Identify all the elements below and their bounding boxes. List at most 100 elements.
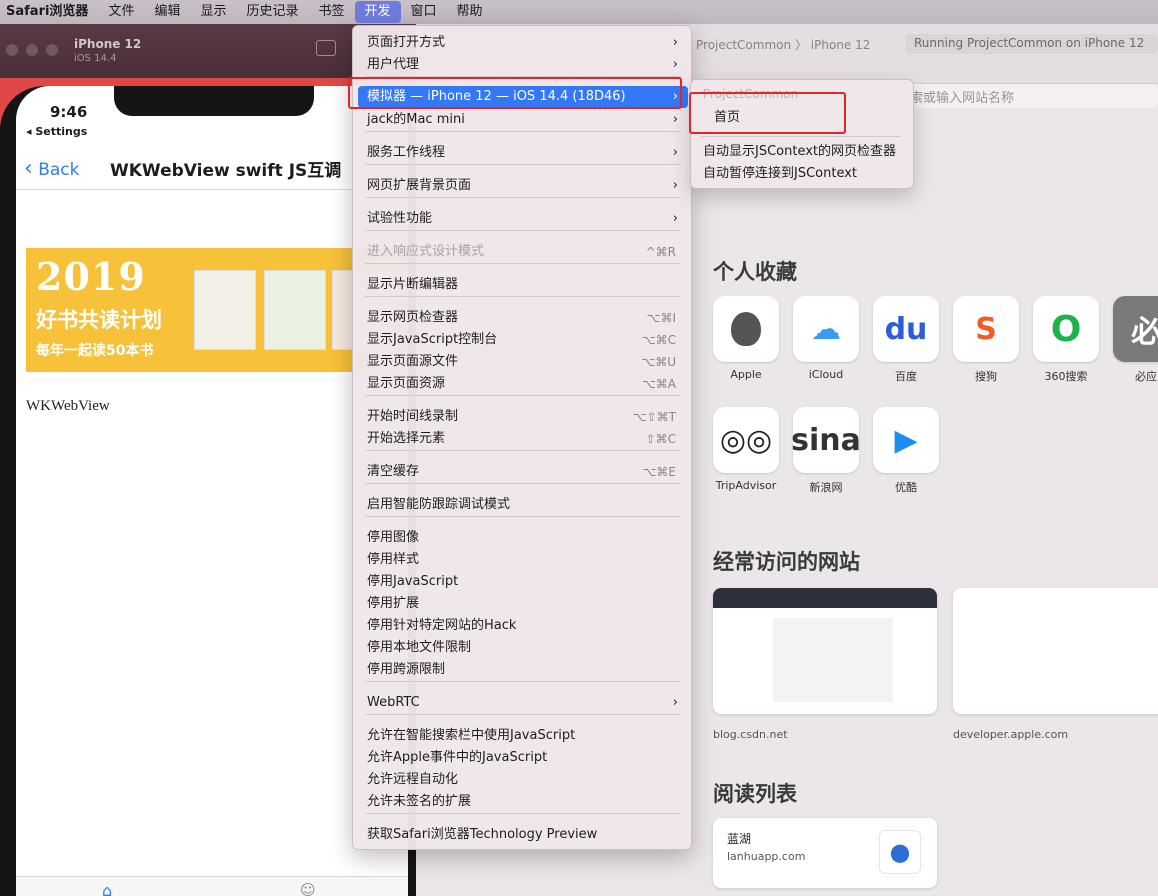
menu-item-webrtc[interactable]: WebRTC › (358, 692, 688, 714)
book-cover (264, 270, 326, 350)
menu-help[interactable]: 帮助 (447, 0, 493, 24)
screenshot-icon[interactable] (316, 40, 336, 56)
menu-item-allow-unsigned-extensions[interactable]: 允许未签名的扩展 (358, 791, 688, 813)
chevron-left-icon: ‹ (24, 156, 33, 181)
menu-history[interactable]: 历史记录 (236, 0, 308, 24)
banner-year: 2019 (36, 254, 146, 299)
back-to-settings[interactable]: ◂ Settings (26, 125, 87, 138)
menu-item-web-inspector[interactable]: 显示网页检查器 ⌥⌘I (358, 307, 688, 329)
menu-item-disable-cross-origin[interactable]: 停用跨源限制 (358, 659, 688, 681)
menu-item-mac-mini[interactable]: jack的Mac mini › (358, 109, 688, 131)
menu-item-label: 显示页面源文件 (367, 354, 459, 369)
favorite-tile[interactable]: du 百度 (873, 296, 939, 384)
menu-item-responsive-design: 进入响应式设计模式 ^⌘R (358, 241, 688, 263)
favorite-tile[interactable]: sina 新浪网 (791, 407, 861, 495)
menu-item-label: 用户代理 (367, 57, 420, 72)
menu-item-disable-javascript[interactable]: 停用JavaScript (358, 571, 688, 593)
chevron-right-icon: › (672, 178, 678, 193)
menu-item-disable-extensions[interactable]: 停用扩展 (358, 593, 688, 615)
submenu-item-auto-pause[interactable]: 自动暂停连接到JSContext (696, 163, 910, 185)
menu-item-disable-site-hacks[interactable]: 停用针对特定网站的Hack (358, 615, 688, 637)
zoom-button[interactable] (46, 44, 58, 56)
favorites-title: 个人收藏 (713, 260, 797, 284)
menu-item-page-source[interactable]: 显示页面源文件 ⌥⌘U (358, 351, 688, 373)
ring-icon: O (1033, 296, 1099, 362)
menu-item-disable-styles[interactable]: 停用样式 (358, 549, 688, 571)
menu-item-service-workers[interactable]: 服务工作线程 › (358, 142, 688, 164)
favorite-glyph: sina (791, 422, 861, 458)
simulator-device-name: iPhone 12 (74, 37, 142, 51)
favorite-label: 搜狗 (975, 370, 997, 383)
menu-item-js-console[interactable]: 显示JavaScript控制台 ⌥⌘C (358, 329, 688, 351)
owl-icon: ◎◎ (713, 407, 779, 473)
menu-view[interactable]: 显示 (190, 0, 236, 24)
chevron-right-icon: › (672, 112, 678, 127)
person-icon[interactable]: ☺ (300, 881, 316, 896)
menu-bookmarks[interactable]: 书签 (309, 0, 355, 24)
menu-develop[interactable]: 开发 (354, 1, 401, 23)
menu-item-experimental[interactable]: 试验性功能 › (358, 208, 688, 230)
favorite-glyph: ◎◎ (719, 422, 773, 458)
favorite-tile[interactable]: ☁ iCloud (793, 296, 859, 381)
favorite-tile[interactable]: ◎◎ TripAdvisor (713, 407, 779, 492)
submenu-item-auto-inspector[interactable]: 自动显示JSContext的网页检查器 (696, 141, 910, 163)
menu-shortcut: ⌥⌘I (646, 311, 676, 325)
menu-item-disable-images[interactable]: 停用图像 (358, 527, 688, 549)
menu-file[interactable]: 文件 (98, 0, 144, 24)
menu-item-extension-background[interactable]: 网页扩展背景页面 › (358, 175, 688, 197)
favorite-glyph: ☁ (811, 311, 841, 347)
menu-item-technology-preview[interactable]: 获取Safari浏览器Technology Preview (358, 824, 688, 846)
favorite-glyph: S (975, 311, 997, 347)
menu-separator (365, 263, 681, 264)
chevron-right-icon: › (672, 145, 678, 160)
menu-item-allow-js-apple-events[interactable]: 允许Apple事件中的JavaScript (358, 747, 688, 769)
reading-list-item[interactable]: 蓝湖 lanhuapp.com ● (713, 818, 937, 888)
menu-shortcut: ⌥⇧⌘T (632, 410, 676, 424)
menu-safari[interactable]: Safari浏览器 (6, 0, 98, 24)
book-cover (194, 270, 256, 350)
menu-item-page-resources[interactable]: 显示页面资源 ⌥⌘A (358, 373, 688, 395)
favorite-tile[interactable]: 必必应 (1113, 296, 1158, 384)
menu-item-label: 显示JavaScript控制台 (367, 332, 498, 347)
chevron-right-icon: 〉 (794, 38, 811, 52)
favorite-tile[interactable]: O 360搜索 (1033, 296, 1099, 384)
favorite-tile[interactable]: S 搜狗 (953, 296, 1019, 384)
menu-item-empty-caches[interactable]: 清空缓存 ⌥⌘E (358, 461, 688, 483)
menu-item-user-agent[interactable]: 用户代理 › (358, 54, 688, 76)
frequent-title: 经常访问的网站 (713, 550, 860, 574)
menu-item-allow-js-smart-search[interactable]: 允许在智能搜索栏中使用JavaScript (358, 725, 688, 747)
menu-separator (365, 450, 681, 451)
menu-item-label: 允许在智能搜索栏中使用JavaScript (367, 728, 576, 743)
menu-item-label: 允许Apple事件中的JavaScript (367, 750, 548, 765)
menu-item-snippet-editor[interactable]: 显示片断编辑器 (358, 274, 688, 296)
menu-item-open-with[interactable]: 页面打开方式 › (358, 32, 688, 54)
menu-item-tracking-debug[interactable]: 启用智能防跟踪调试模式 (358, 494, 688, 516)
nav-back-button[interactable]: ‹ Back (24, 156, 80, 181)
favorite-glyph: 必 (1131, 315, 1158, 350)
promo-banner[interactable]: 2019 好书共读计划 每年一起读50本书 (26, 248, 408, 372)
menu-item-timeline-recording[interactable]: 开始时间线录制 ⌥⇧⌘T (358, 406, 688, 428)
close-button[interactable] (6, 44, 18, 56)
breadcrumb-device[interactable]: iPhone 12 (811, 38, 871, 52)
frequent-site-thumb[interactable] (713, 588, 937, 714)
menu-item-label: 清空缓存 (367, 464, 420, 479)
frequent-site-thumb[interactable] (953, 588, 1158, 714)
favorite-label: 优酷 (895, 481, 917, 494)
banner-headline: 好书共读计划 (36, 308, 162, 332)
submenu-separator (701, 136, 901, 137)
menu-item-label: 页面打开方式 (367, 35, 446, 50)
menu-item-label: jack的Mac mini (367, 112, 465, 127)
menu-item-label: 服务工作线程 (367, 145, 446, 160)
favorite-tile[interactable]: ▶ 优酷 (873, 407, 939, 495)
minimize-button[interactable] (26, 44, 38, 56)
favorite-tile[interactable]: Apple (713, 296, 779, 381)
menu-item-allow-remote-automation[interactable]: 允许远程自动化 (358, 769, 688, 791)
home-icon[interactable]: ⌂ (102, 881, 112, 896)
simulator-os-version: iOS 14.4 (74, 53, 117, 64)
menu-item-label: 显示片断编辑器 (367, 277, 459, 292)
breadcrumb-project[interactable]: ProjectCommon (696, 38, 791, 52)
menu-item-disable-local-file[interactable]: 停用本地文件限制 (358, 637, 688, 659)
menu-edit[interactable]: 编辑 (144, 0, 190, 24)
menu-item-select-element[interactable]: 开始选择元素 ⇧⌘C (358, 428, 688, 450)
menu-window[interactable]: 窗口 (401, 0, 447, 24)
